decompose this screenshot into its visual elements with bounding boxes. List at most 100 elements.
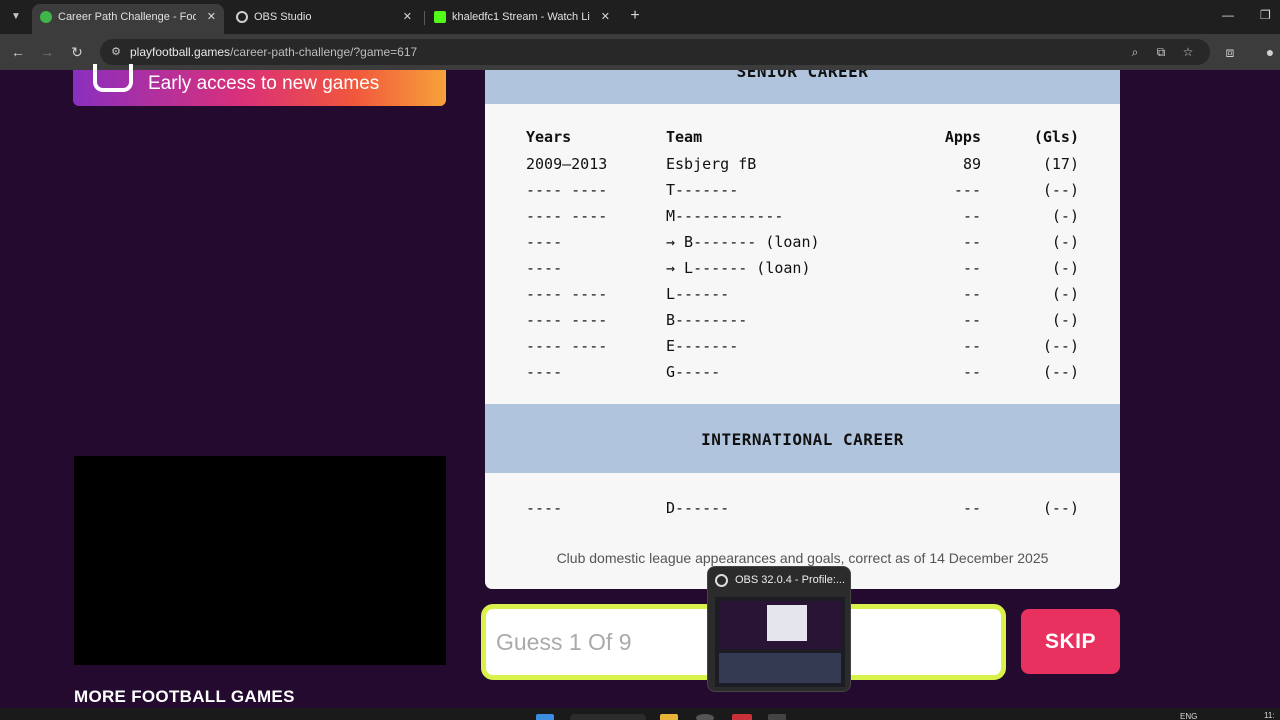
tab-search-chevron-icon[interactable]: ▼ bbox=[6, 7, 26, 27]
row-apps: -- bbox=[962, 259, 981, 277]
globe-icon bbox=[236, 11, 248, 23]
row-gls: (17) bbox=[1042, 155, 1079, 173]
table-row: 2009–2013 Esbjerg fB 89 (17) bbox=[485, 155, 1120, 175]
row-gls: (-) bbox=[1051, 285, 1079, 303]
row-gls: (-) bbox=[1051, 233, 1079, 251]
row-apps: -- bbox=[962, 499, 981, 517]
zoom-icon[interactable]: ⌕ bbox=[1126, 43, 1144, 61]
col-gls: (Gls) bbox=[1033, 128, 1079, 146]
row-apps: 89 bbox=[962, 155, 981, 173]
reload-icon[interactable]: ↻ bbox=[67, 42, 87, 62]
taskbar-search-box[interactable] bbox=[570, 714, 646, 720]
senior-career-title: SENIOR CAREER bbox=[736, 70, 869, 81]
thumb-controls-area bbox=[719, 653, 841, 683]
preview-thumbnail[interactable] bbox=[715, 597, 845, 687]
row-team: L------ bbox=[666, 285, 730, 303]
obs-taskbar-icon[interactable] bbox=[696, 714, 714, 720]
taskbar-window-preview[interactable]: OBS 32.0.4 - Profile:... bbox=[707, 566, 851, 692]
table-row: ---- ---- E------- -- (--) bbox=[485, 337, 1120, 357]
install-app-icon[interactable]: ⧉ bbox=[1152, 43, 1170, 61]
tab-close-icon[interactable]: ✕ bbox=[207, 4, 216, 30]
tab-kick-stream[interactable]: khaledfc1 Stream - Watch Live o ✕ bbox=[426, 4, 618, 34]
browser-toolbar: ← → ↻ ⚙ playfootball.games/career-path-c… bbox=[0, 34, 1280, 70]
start-icon[interactable] bbox=[536, 714, 554, 720]
career-card: SENIOR CAREER Years Team Apps (Gls) 2009… bbox=[485, 70, 1120, 589]
instagram-banner-text: Early access to new games bbox=[148, 73, 380, 94]
row-gls: (-) bbox=[1051, 207, 1079, 225]
minimize-window-icon[interactable]: — bbox=[1222, 8, 1234, 22]
browser-tab-strip: ▼ Career Path Challenge - Football ✕ OBS… bbox=[0, 0, 1280, 34]
row-team: Esbjerg fB bbox=[666, 155, 757, 173]
instagram-banner[interactable]: Early access to new games bbox=[73, 64, 446, 106]
row-team: M------------ bbox=[666, 207, 784, 225]
row-gls: (--) bbox=[1042, 337, 1079, 355]
extensions-icon[interactable]: ⧈ bbox=[1220, 42, 1240, 62]
app-taskbar-icon[interactable] bbox=[768, 714, 786, 720]
tab-title: khaledfc1 Stream - Watch Live o bbox=[452, 11, 590, 23]
col-apps: Apps bbox=[944, 128, 981, 146]
skip-button[interactable]: SKIP bbox=[1021, 609, 1120, 674]
row-years: ---- ---- bbox=[526, 337, 608, 355]
bookmark-star-icon[interactable]: ☆ bbox=[1179, 43, 1197, 61]
file-explorer-icon[interactable] bbox=[660, 714, 678, 720]
career-footnote: Club domestic league appearances and goa… bbox=[556, 550, 1049, 566]
row-team: E------- bbox=[666, 337, 739, 355]
chrome-taskbar-icon[interactable] bbox=[732, 714, 752, 720]
row-years: ---- ---- bbox=[526, 207, 608, 225]
language-indicator[interactable]: ENG bbox=[1180, 712, 1197, 720]
row-apps: -- bbox=[962, 363, 981, 381]
clock[interactable]: 11: bbox=[1264, 711, 1275, 720]
table-row: ---- ---- T------- --- (--) bbox=[485, 181, 1120, 201]
row-team: G----- bbox=[666, 363, 721, 381]
row-gls: (--) bbox=[1042, 499, 1079, 517]
row-team: T------- bbox=[666, 181, 739, 199]
row-apps: -- bbox=[962, 285, 981, 303]
obs-logo-icon bbox=[715, 574, 728, 587]
site-info-icon[interactable]: ⚙ bbox=[108, 44, 124, 60]
row-gls: (--) bbox=[1042, 181, 1079, 199]
url-path: /career-path-challenge/?game=617 bbox=[230, 45, 418, 59]
international-career-title: INTERNATIONAL CAREER bbox=[701, 430, 904, 449]
url-host: playfootball.games bbox=[130, 45, 231, 59]
row-years: ---- bbox=[526, 233, 563, 251]
tab-career-path[interactable]: Career Path Challenge - Football ✕ bbox=[32, 4, 224, 34]
col-years: Years bbox=[526, 128, 572, 146]
row-apps: -- bbox=[962, 311, 981, 329]
windows-taskbar bbox=[0, 708, 1280, 720]
row-team: D------ bbox=[666, 499, 730, 517]
address-bar[interactable]: ⚙ playfootball.games/career-path-challen… bbox=[100, 39, 1210, 65]
row-team: → B------- (loan) bbox=[666, 233, 820, 251]
preview-title: OBS 32.0.4 - Profile:... bbox=[735, 574, 846, 586]
row-years: 2009–2013 bbox=[526, 155, 608, 173]
senior-career-header: SENIOR CAREER bbox=[485, 70, 1120, 104]
table-row: ---- ---- M------------ -- (-) bbox=[485, 207, 1120, 227]
tab-title: Career Path Challenge - Football bbox=[58, 11, 196, 23]
url-text[interactable]: playfootball.games/career-path-challenge… bbox=[130, 45, 417, 59]
profile-avatar-icon[interactable]: ● bbox=[1262, 42, 1278, 62]
row-years: ---- ---- bbox=[526, 181, 608, 199]
career-table-header: Years Team Apps (Gls) bbox=[485, 128, 1120, 148]
row-gls: (--) bbox=[1042, 363, 1079, 381]
forward-arrow-icon[interactable]: → bbox=[37, 42, 57, 62]
row-apps: -- bbox=[962, 337, 981, 355]
back-arrow-icon[interactable]: ← bbox=[8, 42, 28, 62]
row-team: → L------ (loan) bbox=[666, 259, 811, 277]
tab-close-icon[interactable]: ✕ bbox=[601, 4, 610, 30]
row-years: ---- ---- bbox=[526, 311, 608, 329]
tab-divider bbox=[424, 11, 425, 25]
tab-close-icon[interactable]: ✕ bbox=[403, 4, 412, 30]
more-games-heading: MORE FOOTBALL GAMES bbox=[74, 687, 295, 706]
new-tab-icon[interactable]: + bbox=[626, 7, 644, 25]
table-row: ---- ---- L------ -- (-) bbox=[485, 285, 1120, 305]
tab-obs-studio[interactable]: OBS Studio ✕ bbox=[228, 4, 420, 34]
table-row: ---- ---- B-------- -- (-) bbox=[485, 311, 1120, 331]
restore-window-icon[interactable]: ❐ bbox=[1260, 8, 1271, 22]
row-team: B-------- bbox=[666, 311, 748, 329]
thumb-preview-card bbox=[767, 605, 807, 641]
row-years: ---- bbox=[526, 259, 563, 277]
table-row: ---- → B------- (loan) -- (-) bbox=[485, 233, 1120, 253]
row-apps: -- bbox=[962, 233, 981, 251]
col-team: Team bbox=[666, 128, 703, 146]
row-years: ---- bbox=[526, 363, 563, 381]
row-gls: (-) bbox=[1051, 311, 1079, 329]
